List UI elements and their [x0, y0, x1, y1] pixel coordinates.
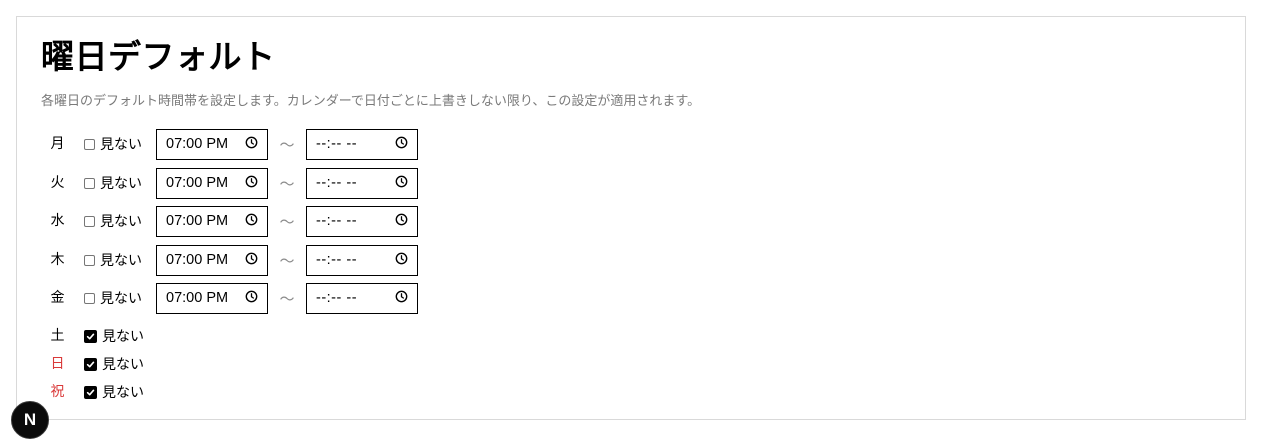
hide-checkbox[interactable]: 見ない [84, 354, 156, 374]
end-time-value: --:-- -- [316, 290, 358, 306]
end-time-value: --:-- -- [316, 213, 358, 229]
range-separator: 〜 [279, 174, 295, 193]
hide-label: 見ない [100, 253, 142, 269]
day-row: 月 見ない 07:00 PM 〜 --:-- -- [41, 128, 418, 160]
hide-checkbox[interactable]: 見ない [84, 211, 156, 231]
day-label: 木 [50, 252, 65, 268]
day-label: 金 [50, 290, 65, 306]
hide-label: 見ない [102, 357, 144, 373]
clock-icon[interactable] [245, 290, 258, 307]
end-time-input[interactable]: --:-- -- [306, 244, 418, 276]
checkbox-box[interactable] [84, 329, 97, 343]
checkbox-box[interactable] [84, 254, 95, 266]
day-row: 金 見ない 07:00 PM 〜 --:-- -- [41, 282, 418, 314]
hide-checkbox[interactable]: 見ない [84, 326, 156, 346]
end-time-input[interactable]: --:-- -- [306, 167, 418, 199]
start-time-input[interactable]: 07:00 PM [156, 244, 268, 276]
day-label: 日 [50, 356, 65, 372]
range-separator: 〜 [279, 251, 295, 270]
range-separator: 〜 [279, 289, 295, 308]
weekday-defaults-card: 曜日デフォルト 各曜日のデフォルト時間帯を設定します。カレンダーで日付ごとに上書… [16, 16, 1246, 420]
day-row: 火 見ない 07:00 PM 〜 --:-- -- [41, 167, 418, 199]
hide-checkbox[interactable]: 見ない [84, 134, 156, 154]
clock-icon[interactable] [395, 252, 408, 269]
day-rows: 月見ない 07:00 PM 〜 --:-- -- 火見ない 07:00 PM 〜 --:-- … [17, 17, 1245, 419]
day-row: 木 見ない 07:00 PM 〜 --:-- -- [41, 244, 418, 276]
day-label: 水 [50, 213, 65, 229]
end-time-value: --:-- -- [316, 136, 358, 152]
clock-icon[interactable] [245, 213, 258, 230]
day-row: 祝 見ない [41, 376, 156, 408]
end-time-value: --:-- -- [316, 175, 358, 191]
start-time-value: 07:00 PM [166, 290, 229, 306]
checkbox-box[interactable] [84, 215, 95, 227]
clock-icon[interactable] [245, 252, 258, 269]
clock-icon[interactable] [395, 175, 408, 192]
checkbox-box[interactable] [84, 292, 95, 304]
day-label: 月 [50, 136, 65, 152]
start-time-value: 07:00 PM [166, 213, 229, 229]
end-time-input[interactable]: --:-- -- [306, 128, 418, 160]
start-time-input[interactable]: 07:00 PM [156, 205, 268, 237]
checkbox-box[interactable] [84, 385, 97, 399]
start-time-input[interactable]: 07:00 PM [156, 167, 268, 199]
start-time-value: 07:00 PM [166, 175, 229, 191]
hide-label: 見ない [100, 176, 142, 192]
day-label: 土 [50, 328, 65, 344]
checkbox-box[interactable] [84, 177, 95, 189]
day-label: 祝 [50, 384, 65, 400]
start-time-value: 07:00 PM [166, 136, 229, 152]
range-separator: 〜 [279, 212, 295, 231]
hide-label: 見ない [100, 137, 142, 153]
hide-label: 見ない [102, 329, 144, 345]
start-time-input[interactable]: 07:00 PM [156, 282, 268, 314]
hide-label: 見ない [102, 385, 144, 401]
hide-checkbox[interactable]: 見ない [84, 382, 156, 402]
clock-icon[interactable] [245, 136, 258, 153]
checkbox-box[interactable] [84, 138, 95, 150]
hide-checkbox[interactable]: 見ない [84, 250, 156, 270]
clock-icon[interactable] [395, 136, 408, 153]
day-label: 火 [50, 175, 65, 191]
start-time-value: 07:00 PM [166, 252, 229, 268]
checkbox-box[interactable] [84, 357, 97, 371]
end-time-input[interactable]: --:-- -- [306, 205, 418, 237]
hide-label: 見ない [100, 291, 142, 307]
hide-checkbox[interactable]: 見ない [84, 173, 156, 193]
end-time-input[interactable]: --:-- -- [306, 282, 418, 314]
range-separator: 〜 [279, 135, 295, 154]
hide-label: 見ない [100, 214, 142, 230]
nextjs-dev-indicator-icon[interactable]: N [11, 401, 49, 439]
day-row: 水 見ない 07:00 PM 〜 --:-- -- [41, 205, 418, 237]
badge-letter: N [23, 410, 37, 429]
clock-icon[interactable] [395, 213, 408, 230]
clock-icon[interactable] [245, 175, 258, 192]
start-time-input[interactable]: 07:00 PM [156, 128, 268, 160]
clock-icon[interactable] [395, 290, 408, 307]
hide-checkbox[interactable]: 見ない [84, 288, 156, 308]
end-time-value: --:-- -- [316, 252, 358, 268]
